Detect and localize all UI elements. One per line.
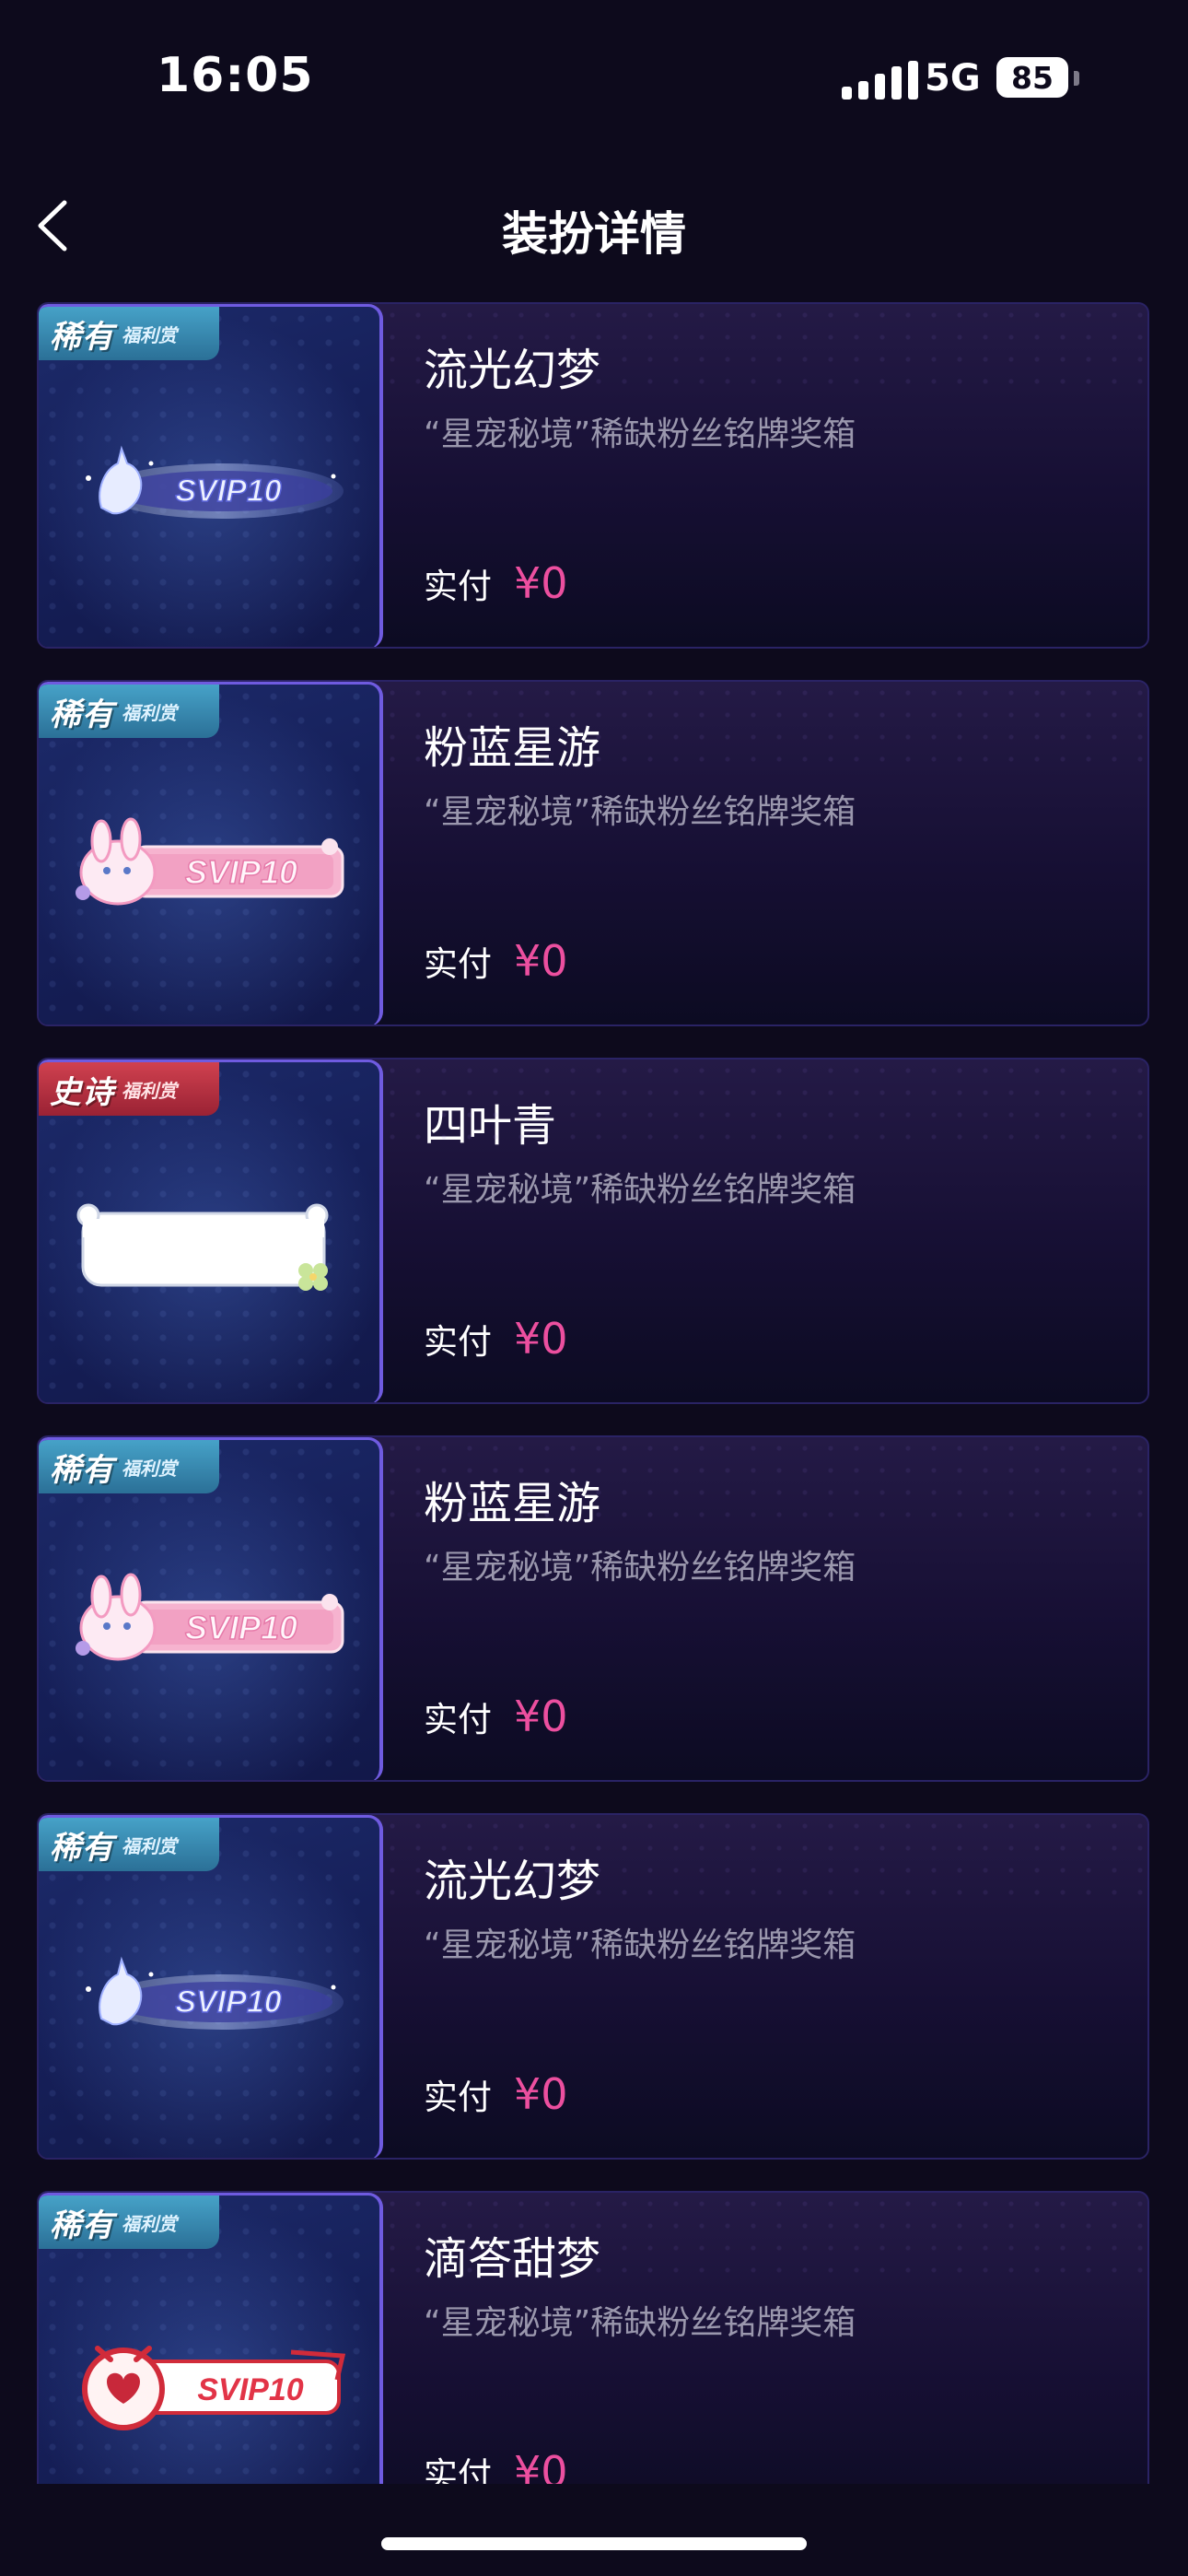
outfit-list[interactable]: 稀有 福利赏 SVIP10 流光幻梦 “星宠秘境”稀缺粉丝铭牌奖箱 实付 ¥0 … (37, 302, 1149, 2484)
paid-label: 实付 (424, 1700, 492, 1739)
rarity-badge: 稀有 福利赏 (39, 685, 219, 738)
outfit-source: “星宠秘境”稀缺粉丝铭牌奖箱 (424, 416, 856, 453)
paid-row: 实付 ¥0 (424, 936, 568, 986)
outfit-source: “星宠秘境”稀缺粉丝铭牌奖箱 (424, 1549, 856, 1587)
paid-label: 实付 (424, 2078, 492, 2117)
outfit-thumbnail[interactable]: 史诗 福利赏 (39, 1060, 383, 1402)
rarity-label: 稀有 (50, 696, 114, 733)
price-value: ¥0 (514, 1692, 568, 1741)
rarity-badge: 稀有 福利赏 (39, 1818, 219, 1871)
rarity-label: 稀有 (50, 1451, 114, 1489)
svg-text:SVIP10: SVIP10 (197, 2372, 303, 2407)
nameplate-clover (76, 1203, 329, 1291)
outfit-source: “星宠秘境”稀缺粉丝铭牌奖箱 (424, 1171, 856, 1209)
outfit-thumbnail[interactable]: 稀有 福利赏 SVIP10 (39, 2193, 383, 2484)
outfit-name: 四叶青 (424, 1100, 557, 1152)
cellular-signal-icon (842, 61, 918, 100)
price-value: ¥0 (514, 2447, 568, 2484)
svg-text:SVIP10: SVIP10 (175, 474, 281, 509)
battery-cap-icon (1074, 71, 1079, 86)
battery-level: 85 (1011, 59, 1054, 96)
outfit-thumbnail[interactable]: 稀有 福利赏 SVIP10 (39, 1815, 383, 2158)
navigation-bar: 装扮详情 (0, 175, 1188, 276)
outfit-name: 粉蓝星游 (424, 1478, 601, 1529)
outfit-source: “星宠秘境”稀缺粉丝铭牌奖箱 (424, 2304, 856, 2342)
nameplate-clock-svip10: SVIP10 (82, 2346, 346, 2430)
welfare-label: 福利赏 (122, 1079, 177, 1102)
price-value: ¥0 (514, 2069, 568, 2119)
rarity-label: 稀有 (50, 1829, 114, 1867)
outfit-card[interactable]: 稀有 福利赏 SVIP10 流光幻梦 “星宠秘境”稀缺粉丝铭牌奖箱 实付 ¥0 (37, 1813, 1149, 2160)
paid-row: 实付 ¥0 (424, 2069, 568, 2119)
rarity-label: 史诗 (50, 1073, 114, 1111)
paid-label: 实付 (424, 2455, 492, 2484)
page-title: 装扮详情 (502, 207, 686, 261)
price-value: ¥0 (514, 1314, 568, 1364)
home-indicator (381, 2537, 807, 2550)
outfit-name: 流光幻梦 (424, 1856, 601, 1907)
paid-row: 实付 ¥0 (424, 1692, 568, 1741)
paid-label: 实付 (424, 567, 492, 606)
outfit-card[interactable]: 稀有 福利赏 SVIP10 流光幻梦 “星宠秘境”稀缺粉丝铭牌奖箱 实付 ¥0 (37, 302, 1149, 649)
price-value: ¥0 (514, 558, 568, 608)
paid-row: 实付 ¥0 (424, 2447, 568, 2484)
outfit-card[interactable]: 稀有 福利赏 SVIP10 粉蓝星游 “星宠秘境”稀缺粉丝铭牌奖箱 实付 ¥0 (37, 680, 1149, 1026)
battery-icon: 85 (996, 57, 1068, 98)
outfit-source: “星宠秘境”稀缺粉丝铭牌奖箱 (424, 793, 856, 831)
status-bar: 16:05 5G 85 (0, 0, 1188, 157)
rarity-badge: 稀有 福利赏 (39, 1440, 219, 1493)
outfit-card[interactable]: 稀有 福利赏 SVIP10 粉蓝星游 “星宠秘境”稀缺粉丝铭牌奖箱 实付 ¥0 (37, 1435, 1149, 1782)
rarity-badge: 稀有 福利赏 (39, 2195, 219, 2249)
svg-text:SVIP10: SVIP10 (185, 1609, 297, 1646)
outfit-name: 流光幻梦 (424, 345, 601, 396)
svg-text:SVIP10: SVIP10 (185, 853, 297, 891)
paid-label: 实付 (424, 944, 492, 984)
outfit-name: 滴答甜梦 (424, 2233, 601, 2285)
welfare-label: 福利赏 (122, 323, 177, 346)
paid-row: 实付 ¥0 (424, 558, 568, 608)
paid-row: 实付 ¥0 (424, 1314, 568, 1364)
status-time: 16:05 (157, 48, 314, 103)
welfare-label: 福利赏 (122, 1457, 177, 1480)
price-value: ¥0 (514, 936, 568, 986)
welfare-label: 福利赏 (122, 701, 177, 724)
outfit-name: 粉蓝星游 (424, 722, 601, 774)
outfit-card[interactable]: 稀有 福利赏 SVIP10 滴答甜梦 “星宠秘境”稀缺粉丝铭牌奖箱 实付 ¥0 (37, 2191, 1149, 2484)
rarity-label: 稀有 (50, 2207, 114, 2244)
paid-label: 实付 (424, 1322, 492, 1362)
svg-text:SVIP10: SVIP10 (175, 1985, 281, 2020)
nameplate-unicorn-svip10: SVIP10 (86, 1956, 344, 2030)
rarity-badge: 史诗 福利赏 (39, 1062, 219, 1116)
welfare-label: 福利赏 (122, 2212, 177, 2235)
outfit-thumbnail[interactable]: 稀有 福利赏 SVIP10 (39, 1437, 383, 1780)
welfare-label: 福利赏 (122, 1834, 177, 1857)
outfit-source: “星宠秘境”稀缺粉丝铭牌奖箱 (424, 1926, 856, 1964)
rarity-label: 稀有 (50, 318, 114, 356)
nameplate-bunny-svip10: SVIP10 (76, 817, 344, 906)
nameplate-unicorn-svip10: SVIP10 (86, 445, 344, 519)
nameplate-bunny-svip10: SVIP10 (76, 1573, 344, 1661)
outfit-thumbnail[interactable]: 稀有 福利赏 SVIP10 (39, 304, 383, 647)
network-type: 5G (925, 57, 981, 100)
rarity-badge: 稀有 福利赏 (39, 307, 219, 360)
outfit-thumbnail[interactable]: 稀有 福利赏 SVIP10 (39, 682, 383, 1025)
outfit-card[interactable]: 史诗 福利赏 四叶青 “星宠秘境”稀缺粉丝铭牌奖箱 实付 ¥0 (37, 1058, 1149, 1404)
